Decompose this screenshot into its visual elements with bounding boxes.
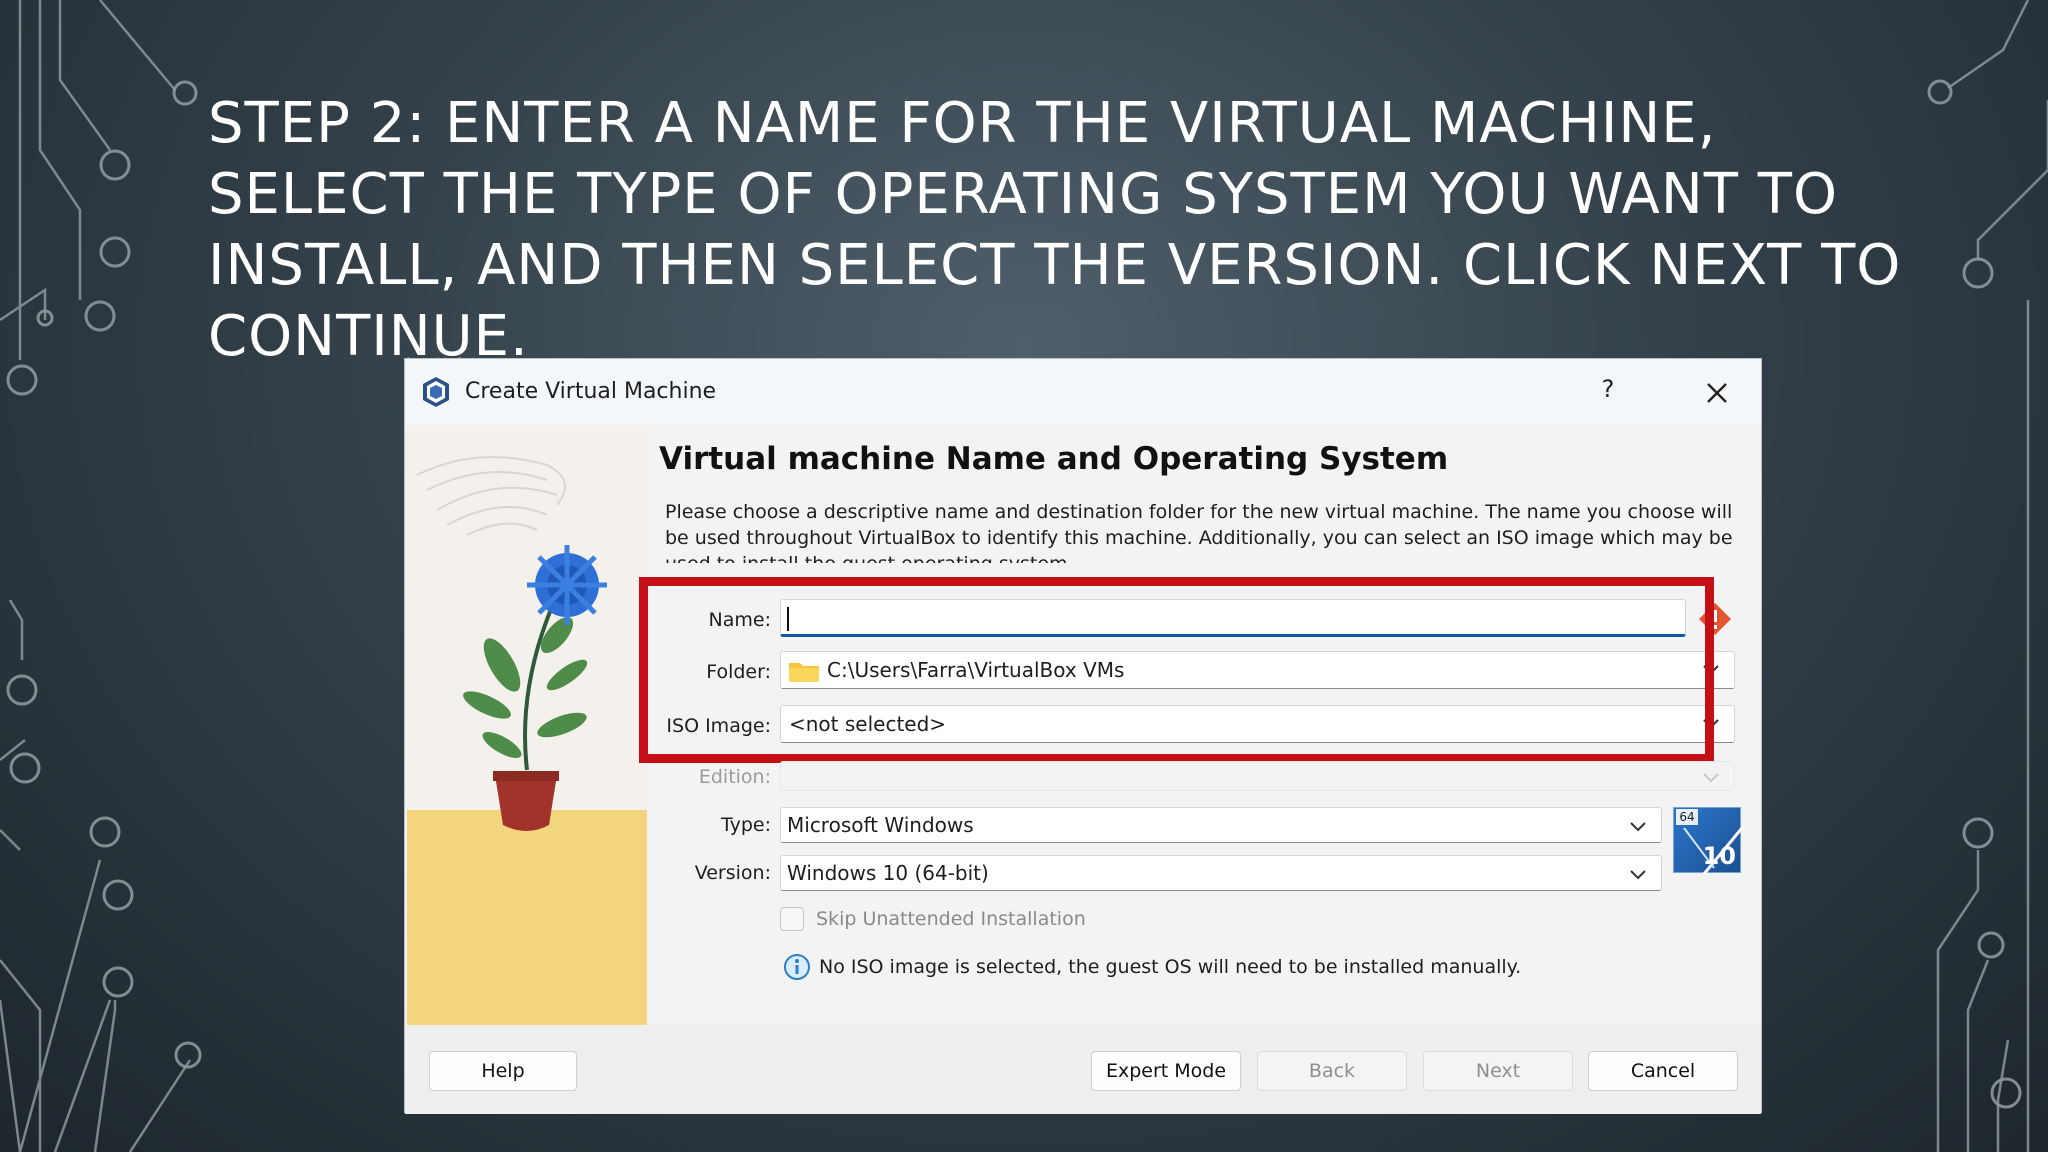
skip-unattended-label: Skip Unattended Installation (816, 908, 1086, 930)
help-question-button[interactable]: ? (1593, 375, 1623, 409)
circuit-decoration-left (0, 0, 202, 1152)
info-message: No ISO image is selected, the guest OS w… (819, 956, 1522, 978)
slide-title: STEP 2: ENTER A NAME FOR THE VIRTUAL MAC… (208, 91, 1902, 369)
help-button[interactable]: Help (429, 1051, 577, 1091)
cancel-button[interactable]: Cancel (1588, 1051, 1738, 1091)
close-icon[interactable] (1697, 373, 1737, 413)
dialog-titlebar: Create Virtual Machine ? (405, 359, 1761, 425)
type-value: Microsoft Windows (787, 813, 974, 837)
expert-mode-button[interactable]: Expert Mode (1091, 1051, 1241, 1091)
virtualbox-icon (423, 377, 449, 407)
os-version-number: 10 (1702, 842, 1736, 870)
chevron-down-icon (1703, 773, 1719, 783)
chevron-down-icon (1630, 870, 1646, 880)
type-select[interactable]: Microsoft Windows (780, 807, 1662, 843)
skip-unattended-checkbox[interactable] (780, 907, 804, 931)
version-label: Version: (694, 862, 771, 884)
version-select[interactable]: Windows 10 (64-bit) (780, 855, 1662, 891)
version-value: Windows 10 (64-bit) (787, 861, 989, 885)
chevron-down-icon (1630, 822, 1646, 832)
edition-label: Edition: (698, 766, 771, 788)
windows-os-icon: 64 10 (1673, 807, 1742, 874)
highlight-box (639, 577, 1714, 763)
back-button[interactable]: Back (1257, 1051, 1407, 1091)
create-vm-dialog: Create Virtual Machine ? Virtual machine… (404, 358, 1762, 1114)
dialog-title: Create Virtual Machine (465, 379, 717, 404)
dialog-footer: Help Expert Mode Back Next Cancel (405, 1025, 1761, 1114)
info-icon (784, 954, 810, 980)
edition-select (780, 761, 1735, 791)
type-label: Type: (720, 814, 771, 836)
next-button[interactable]: Next (1423, 1051, 1573, 1091)
page-description: Please choose a descriptive name and des… (665, 501, 1733, 563)
page-heading: Virtual machine Name and Operating Syste… (659, 441, 1449, 477)
